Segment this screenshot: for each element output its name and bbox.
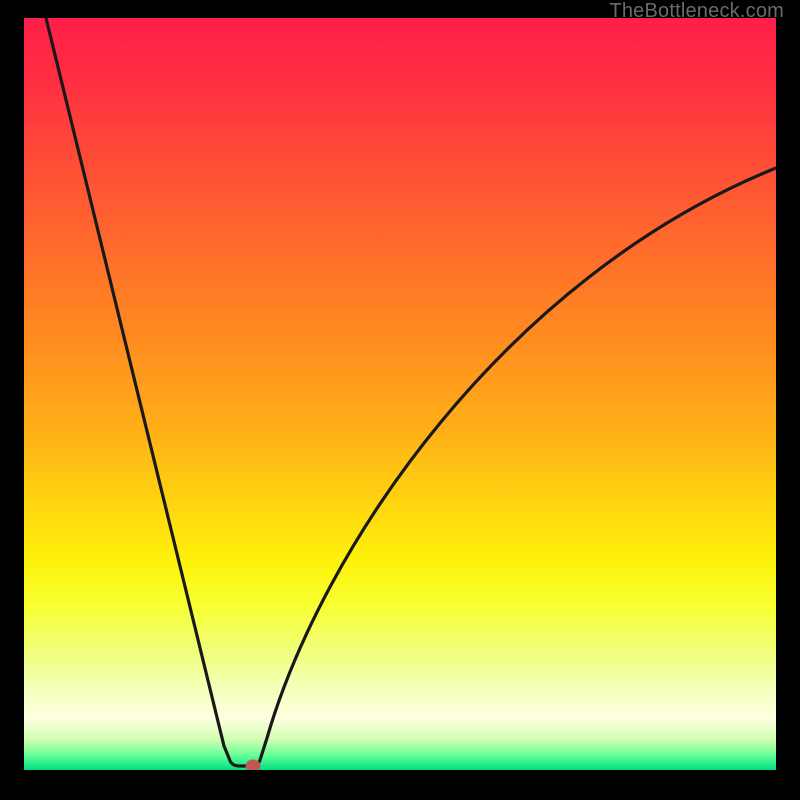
- watermark-text: TheBottleneck.com: [609, 0, 784, 23]
- bottleneck-curve: [24, 18, 776, 770]
- curve-path: [46, 18, 776, 766]
- chart-frame: TheBottleneck.com: [0, 0, 800, 800]
- plot-area: [24, 18, 776, 770]
